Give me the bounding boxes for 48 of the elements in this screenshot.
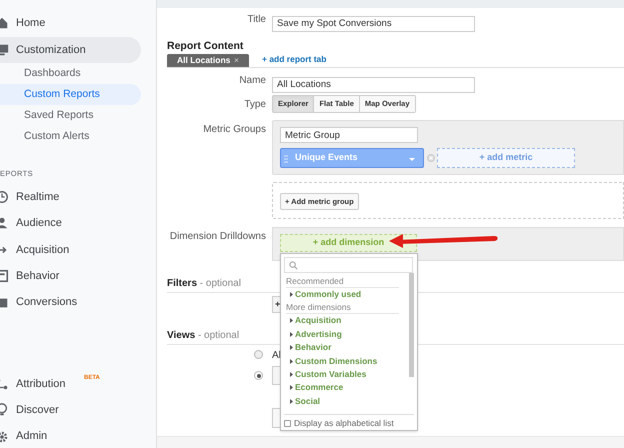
group-heading: Recommended bbox=[286, 276, 399, 288]
text-field[interactable]: All Locations bbox=[272, 76, 475, 92]
nav-item[interactable]: Discover bbox=[0, 397, 141, 424]
search-icon bbox=[289, 261, 298, 270]
field-label: Type bbox=[243, 98, 266, 112]
expand-arrow-icon bbox=[290, 385, 293, 390]
nav-item[interactable]: Behavior bbox=[0, 263, 141, 290]
expand-arrow-icon bbox=[290, 318, 293, 324]
nav-subitem[interactable]: Dashboards bbox=[0, 63, 141, 84]
expand-arrow-icon bbox=[290, 372, 293, 377]
remove-icon bbox=[427, 154, 435, 162]
report-tab[interactable]: All Locations × bbox=[167, 54, 249, 67]
section-heading: Report Content bbox=[167, 40, 244, 53]
field-label: Metric Groups bbox=[202, 123, 266, 137]
expand-arrow-icon bbox=[290, 345, 293, 350]
caret-icon bbox=[409, 158, 415, 161]
expand-arrow-icon bbox=[290, 292, 293, 297]
nav-subitem[interactable]: Saved Reports bbox=[0, 105, 141, 126]
radio-label: Al bbox=[272, 349, 281, 363]
expand-arrow-icon bbox=[290, 398, 293, 404]
drag-handle-icon bbox=[284, 154, 288, 162]
nav-item[interactable]: Realtime bbox=[0, 184, 141, 210]
nav-item[interactable]: Home bbox=[0, 10, 141, 36]
section-heading: Filters - optional bbox=[167, 278, 241, 290]
radio-button[interactable] bbox=[254, 371, 263, 380]
field-label: Title bbox=[246, 13, 266, 27]
checkbox-label: Display as alphabetical list bbox=[294, 417, 394, 430]
scrollbar-thumb[interactable] bbox=[409, 273, 414, 377]
radio-button[interactable] bbox=[254, 350, 263, 359]
nav-item[interactable]: Admin bbox=[0, 424, 141, 448]
text-field[interactable]: Metric Group bbox=[280, 127, 418, 143]
section-heading: Views - optional bbox=[167, 330, 240, 342]
nav-item[interactable]: Audience bbox=[0, 210, 141, 236]
close-icon[interactable]: × bbox=[234, 54, 239, 67]
text-field[interactable]: Save my Spot Conversions bbox=[272, 16, 475, 32]
expand-arrow-icon bbox=[290, 358, 293, 364]
expand-arrow-icon bbox=[290, 332, 293, 337]
field-label: Dimension Drilldowns bbox=[168, 230, 266, 244]
nav-subitem[interactable]: Custom Alerts bbox=[0, 126, 141, 147]
checkbox[interactable] bbox=[284, 420, 291, 427]
nav-item[interactable]: Customization bbox=[0, 37, 141, 63]
search-field[interactable] bbox=[284, 257, 413, 273]
nav-subitem[interactable]: Custom Reports bbox=[0, 84, 141, 105]
nav-item[interactable]: Acquisition bbox=[0, 236, 141, 263]
field-label: Name bbox=[238, 74, 266, 88]
nav-item[interactable]: Conversions bbox=[0, 290, 141, 316]
add-tab-link[interactable]: + add report tab bbox=[262, 53, 326, 66]
group-heading: More dimensions bbox=[286, 302, 399, 314]
